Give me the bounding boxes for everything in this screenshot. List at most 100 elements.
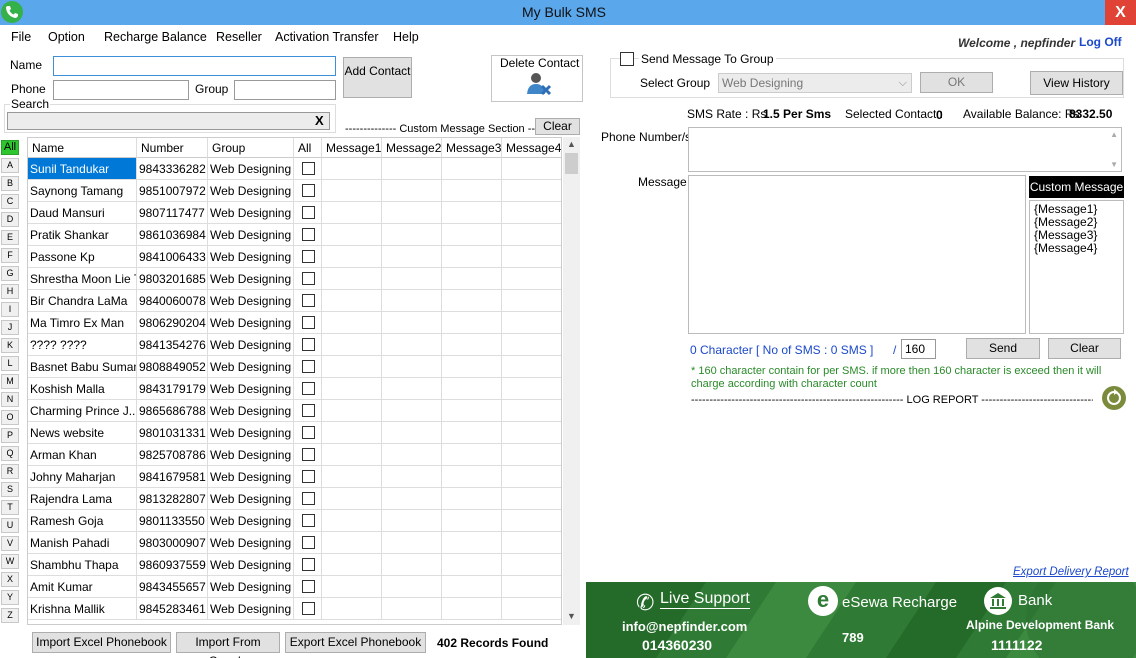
select-cell[interactable] <box>294 312 322 334</box>
message1-cell[interactable] <box>322 180 382 202</box>
message-input[interactable] <box>688 175 1026 334</box>
alpha-filter-d[interactable]: D <box>1 212 19 227</box>
message1-cell[interactable] <box>322 466 382 488</box>
contact-name-cell[interactable]: Shambhu Thapa <box>28 554 137 576</box>
contact-number-cell[interactable]: 9840060078 <box>137 290 208 312</box>
row-checkbox[interactable] <box>302 184 315 197</box>
menu-reseller[interactable]: Reseller <box>216 30 262 44</box>
row-checkbox[interactable] <box>302 360 315 373</box>
message4-cell[interactable] <box>502 356 561 378</box>
custom-message-item[interactable]: {Message4} <box>1034 242 1119 255</box>
message4-cell[interactable] <box>502 224 561 246</box>
table-row[interactable]: Bir Chandra LaMa 9840060078 Web Designing <box>28 290 561 312</box>
contact-name-cell[interactable]: News website <box>28 422 137 444</box>
menu-help[interactable]: Help <box>393 30 419 44</box>
message2-cell[interactable] <box>382 554 442 576</box>
contact-group-cell[interactable]: Web Designing <box>208 422 294 444</box>
menu-option[interactable]: Option <box>48 30 85 44</box>
contact-name-cell[interactable]: Krishna Mallik <box>28 598 137 620</box>
contact-group-cell[interactable]: Web Designing <box>208 576 294 598</box>
alpha-filter-m[interactable]: M <box>1 374 19 389</box>
row-checkbox[interactable] <box>302 162 315 175</box>
select-cell[interactable] <box>294 158 322 180</box>
message4-cell[interactable] <box>502 576 561 598</box>
message3-cell[interactable] <box>442 246 502 268</box>
message4-cell[interactable] <box>502 334 561 356</box>
contact-number-cell[interactable]: 9843455657 <box>137 576 208 598</box>
select-cell[interactable] <box>294 444 322 466</box>
message3-cell[interactable] <box>442 554 502 576</box>
alpha-filter-z[interactable]: Z <box>1 608 19 623</box>
custom-message-list[interactable]: {Message1} {Message2} {Message3} {Message4} <box>1029 200 1124 334</box>
message1-cell[interactable] <box>322 598 382 620</box>
contact-name-cell[interactable]: Daud Mansuri <box>28 202 137 224</box>
alpha-filter-r[interactable]: R <box>1 464 19 479</box>
contact-group-cell[interactable]: Web Designing <box>208 158 294 180</box>
menu-recharge-balance[interactable]: Recharge Balance <box>104 30 207 44</box>
contact-name-cell[interactable]: Ramesh Goja <box>28 510 137 532</box>
col-message1[interactable]: Message1 <box>322 138 382 158</box>
scroll-up-icon[interactable]: ▲ <box>567 139 576 149</box>
row-checkbox[interactable] <box>302 514 315 527</box>
contact-number-cell[interactable]: 9861036984 <box>137 224 208 246</box>
message4-cell[interactable] <box>502 466 561 488</box>
message2-cell[interactable] <box>382 444 442 466</box>
message4-cell[interactable] <box>502 554 561 576</box>
contact-name-cell[interactable]: Sunil Tandukar <box>28 158 137 180</box>
name-input[interactable] <box>53 56 336 76</box>
contact-group-cell[interactable]: Web Designing <box>208 400 294 422</box>
contact-group-cell[interactable]: Web Designing <box>208 356 294 378</box>
message1-cell[interactable] <box>322 444 382 466</box>
alpha-filter-all[interactable]: All <box>1 140 19 155</box>
group-input[interactable] <box>234 80 336 100</box>
contact-number-cell[interactable]: 9865686788 <box>137 400 208 422</box>
message1-cell[interactable] <box>322 422 382 444</box>
clear-button[interactable]: Clear <box>1048 338 1121 359</box>
message3-cell[interactable] <box>442 488 502 510</box>
alpha-filter-s[interactable]: S <box>1 482 19 497</box>
col-number[interactable]: Number <box>137 138 208 158</box>
contact-group-cell[interactable]: Web Designing <box>208 466 294 488</box>
message3-cell[interactable] <box>442 444 502 466</box>
contact-number-cell[interactable]: 9841679581 <box>137 466 208 488</box>
contact-group-cell[interactable]: Web Designing <box>208 246 294 268</box>
alpha-filter-q[interactable]: Q <box>1 446 19 461</box>
table-row[interactable]: Basnet Babu Suman 9808849052 Web Designing <box>28 356 561 378</box>
message3-cell[interactable] <box>442 400 502 422</box>
contact-group-cell[interactable]: Web Designing <box>208 224 294 246</box>
select-cell[interactable] <box>294 554 322 576</box>
message1-cell[interactable] <box>322 246 382 268</box>
contact-group-cell[interactable]: Web Designing <box>208 312 294 334</box>
message1-cell[interactable] <box>322 532 382 554</box>
row-checkbox[interactable] <box>302 404 315 417</box>
message4-cell[interactable] <box>502 312 561 334</box>
message4-cell[interactable] <box>502 246 561 268</box>
row-checkbox[interactable] <box>302 580 315 593</box>
send-to-group-checkbox[interactable] <box>620 52 634 66</box>
col-message4[interactable]: Message4 <box>502 138 561 158</box>
table-row[interactable]: Sunil Tandukar 9843336282 Web Designing <box>28 158 561 180</box>
table-row[interactable]: News website 9801031331 Web Designing <box>28 422 561 444</box>
message3-cell[interactable] <box>442 532 502 554</box>
search-input[interactable] <box>7 112 330 130</box>
select-cell[interactable] <box>294 356 322 378</box>
message1-cell[interactable] <box>322 576 382 598</box>
contact-name-cell[interactable]: Amit Kumar <box>28 576 137 598</box>
message1-cell[interactable] <box>322 356 382 378</box>
message1-cell[interactable] <box>322 400 382 422</box>
scroll-down-icon[interactable]: ▼ <box>1110 160 1118 169</box>
alpha-filter-l[interactable]: L <box>1 356 19 371</box>
table-row[interactable]: Saynong Tamang 9851007972 Web Designing <box>28 180 561 202</box>
select-cell[interactable] <box>294 246 322 268</box>
contact-name-cell[interactable]: Charming Prince J... <box>28 400 137 422</box>
message3-cell[interactable] <box>442 202 502 224</box>
select-cell[interactable] <box>294 576 322 598</box>
contact-name-cell[interactable]: Johny Maharjan <box>28 466 137 488</box>
col-name[interactable]: Name <box>28 138 137 158</box>
message4-cell[interactable] <box>502 268 561 290</box>
contact-name-cell[interactable]: Manish Pahadi <box>28 532 137 554</box>
select-cell[interactable] <box>294 532 322 554</box>
contact-number-cell[interactable]: 9843336282 <box>137 158 208 180</box>
message1-cell[interactable] <box>322 158 382 180</box>
message2-cell[interactable] <box>382 422 442 444</box>
